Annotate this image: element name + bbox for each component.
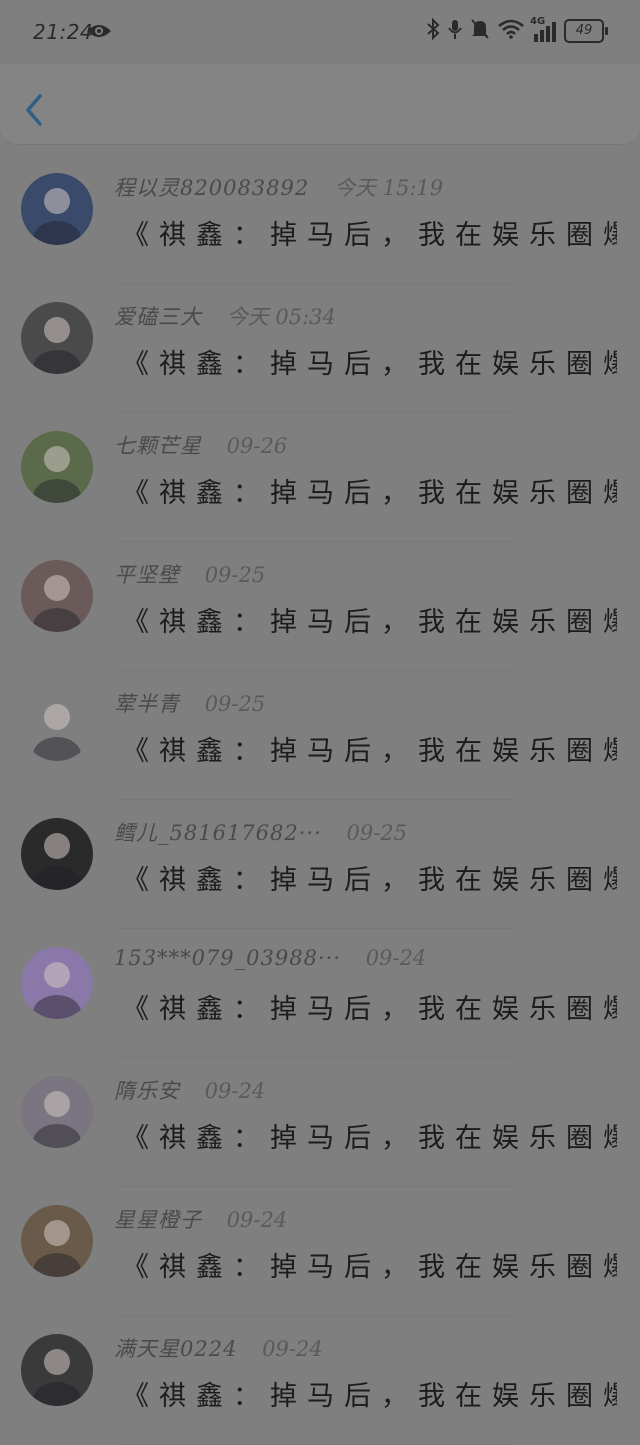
comment-text: 《祺鑫：掉马后，我在娱乐圈爆火··· xyxy=(122,220,617,251)
comment-text: 《祺鑫：掉马后，我在娱乐圈爆火··· xyxy=(122,994,617,1025)
comment-item[interactable]: 程以灵820083892 今天 15:19 《祺鑫：掉马后，我在娱乐圈爆火··· xyxy=(0,155,640,284)
comment-text: 《祺鑫：掉马后，我在娱乐圈爆火··· xyxy=(122,865,617,896)
avatar[interactable] xyxy=(21,818,93,890)
bluetooth-icon xyxy=(426,17,440,44)
comment-text: 《祺鑫：掉马后，我在娱乐圈爆火··· xyxy=(122,478,617,509)
battery-icon: 49 xyxy=(564,19,608,43)
comment-meta: 七颗芒星 09-26 xyxy=(114,430,287,460)
comment-list: 程以灵820083892 今天 15:19 《祺鑫：掉马后，我在娱乐圈爆火···… xyxy=(0,155,640,1445)
avatar[interactable] xyxy=(21,173,93,245)
username[interactable]: 153***079_03988··· xyxy=(114,946,341,970)
comment-time: 09-24 xyxy=(262,1337,323,1361)
comment-item[interactable]: 七颗芒星 09-26 《祺鑫：掉马后，我在娱乐圈爆火··· xyxy=(0,413,640,542)
comment-time: 09-24 xyxy=(204,1079,266,1103)
comment-time: 09-25 xyxy=(204,692,266,716)
username[interactable]: 隋乐安 xyxy=(114,1079,180,1103)
status-time: 21:24 xyxy=(33,20,94,44)
comment-item[interactable]: 平坚壁 09-25 《祺鑫：掉马后，我在娱乐圈爆火··· xyxy=(0,542,640,671)
comment-item[interactable]: 满天星0224 09-24 《祺鑫：掉马后，我在娱乐圈爆火··· xyxy=(0,1316,640,1445)
comment-time: 09-26 xyxy=(226,434,288,458)
username[interactable]: 程以灵820083892 xyxy=(114,176,309,200)
network-type: 4G xyxy=(530,16,546,27)
wifi-icon xyxy=(498,19,524,43)
comment-meta: 程以灵820083892 今天 15:19 xyxy=(114,172,443,202)
username[interactable]: 平坚壁 xyxy=(114,563,180,587)
comment-text: 《祺鑫：掉马后，我在娱乐圈爆火··· xyxy=(122,607,617,638)
avatar[interactable] xyxy=(21,1334,93,1406)
avatar[interactable] xyxy=(21,431,93,503)
comment-text: 《祺鑫：掉马后，我在娱乐圈爆火··· xyxy=(122,736,617,767)
comment-time: 09-24 xyxy=(226,1208,288,1232)
header-bar xyxy=(0,64,640,144)
comment-meta: 153***079_03988··· 09-24 xyxy=(114,946,426,970)
chevron-left-icon xyxy=(26,94,42,126)
comment-meta: 鳕儿_581617682··· 09-25 xyxy=(114,817,407,847)
username[interactable]: 鳕儿_581617682··· xyxy=(114,821,322,845)
mute-bell-icon xyxy=(470,18,490,44)
avatar[interactable] xyxy=(21,947,93,1019)
avatar[interactable] xyxy=(21,302,93,374)
comment-item[interactable]: 鳕儿_581617682··· 09-25 《祺鑫：掉马后，我在娱乐圈爆火··· xyxy=(0,800,640,929)
username[interactable]: 满天星0224 xyxy=(114,1337,237,1361)
comment-item[interactable]: 153***079_03988··· 09-24 《祺鑫：掉马后，我在娱乐圈爆火… xyxy=(0,929,640,1058)
username[interactable]: 荤半青 xyxy=(114,692,180,716)
comment-meta: 荤半青 09-25 xyxy=(114,688,265,718)
back-button[interactable] xyxy=(16,90,56,130)
comment-text: 《祺鑫：掉马后，我在娱乐圈爆火··· xyxy=(122,1252,617,1283)
comment-text: 《祺鑫：掉马后，我在娱乐圈爆火··· xyxy=(122,1381,617,1412)
status-bar: 21:24 4G 49 xyxy=(0,0,640,64)
comment-time: 今天 15:19 xyxy=(333,176,444,200)
avatar[interactable] xyxy=(21,560,93,632)
microphone-icon xyxy=(448,18,462,44)
eye-icon xyxy=(86,22,112,44)
comment-meta: 满天星0224 09-24 xyxy=(114,1333,323,1363)
signal-icon: 4G xyxy=(530,16,556,42)
comment-meta: 爱磕三大 今天 05:34 xyxy=(114,301,336,331)
comment-text: 《祺鑫：掉马后，我在娱乐圈爆火··· xyxy=(122,1123,617,1154)
comment-item[interactable]: 星星橙子 09-24 《祺鑫：掉马后，我在娱乐圈爆火··· xyxy=(0,1187,640,1316)
comment-time: 09-25 xyxy=(204,563,266,587)
comment-item[interactable]: 隋乐安 09-24 《祺鑫：掉马后，我在娱乐圈爆火··· xyxy=(0,1058,640,1187)
avatar[interactable] xyxy=(21,1205,93,1277)
comment-meta: 星星橙子 09-24 xyxy=(114,1204,287,1234)
avatar[interactable] xyxy=(21,1076,93,1148)
comment-meta: 隋乐安 09-24 xyxy=(114,1075,265,1105)
comment-time: 09-25 xyxy=(346,821,408,845)
comment-item[interactable]: 荤半青 09-25 《祺鑫：掉马后，我在娱乐圈爆火··· xyxy=(0,671,640,800)
username[interactable]: 爱磕三大 xyxy=(114,305,202,329)
username[interactable]: 星星橙子 xyxy=(114,1208,202,1232)
username[interactable]: 七颗芒星 xyxy=(114,434,202,458)
comment-text: 《祺鑫：掉马后，我在娱乐圈爆火··· xyxy=(122,349,617,380)
comment-item[interactable]: 爱磕三大 今天 05:34 《祺鑫：掉马后，我在娱乐圈爆火··· xyxy=(0,284,640,413)
avatar[interactable] xyxy=(21,689,93,761)
comment-meta: 平坚壁 09-25 xyxy=(114,559,265,589)
comment-time: 今天 05:34 xyxy=(226,305,336,329)
comment-time: 09-24 xyxy=(365,946,427,970)
